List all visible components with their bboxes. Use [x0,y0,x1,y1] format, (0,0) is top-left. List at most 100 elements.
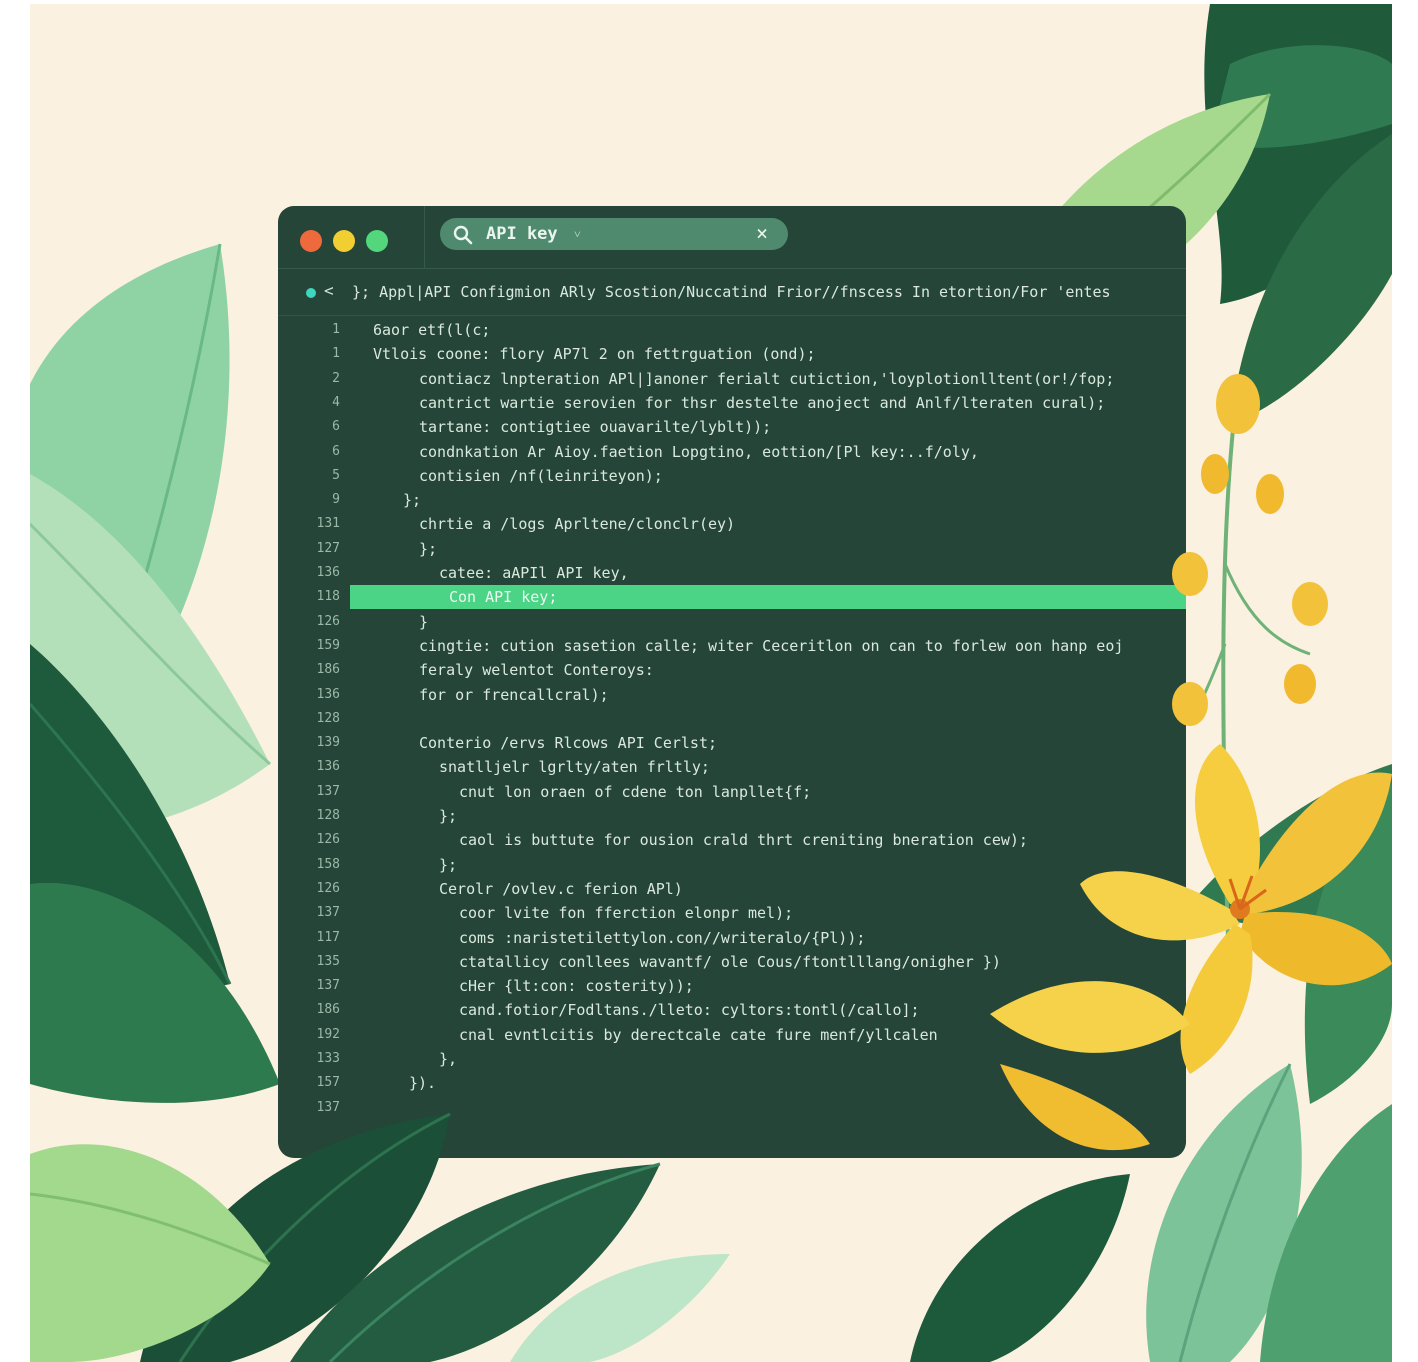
line-number: 159 [316,637,340,653]
code-text: tartane: contigtiee ouavarilte/lyblt)); [419,418,772,437]
illustration-canvas: API key ˅ × < }; Appl|API Configmion ARl… [30,4,1392,1362]
code-text: caol is buttute for ousion crald thrt cr… [459,831,1028,850]
close-window-button[interactable] [300,230,322,252]
code-text: cingtie: cution sasetion calle; witer Ce… [419,636,1124,655]
line-number: 157 [316,1075,340,1091]
search-input[interactable]: API key [486,224,558,244]
line-number: 1 [332,322,340,337]
line-number: 186 [316,662,340,678]
code-text: 6aor etf(l(c; [373,321,491,339]
code-text: Cerolr /ovlev.c ferion APl) [439,879,683,898]
code-line[interactable]: 136 catee: aAPIl API key, [278,561,1186,585]
line-number: 158 [316,856,340,872]
code-line[interactable]: 158}; [278,853,1186,877]
code-line-highlighted[interactable]: 118 Con API key; [317,585,1186,610]
code-line[interactable]: 128 [278,707,1186,731]
code-text: feraly welentot Conteroys: [419,661,654,680]
chevron-left-icon[interactable]: < [324,281,334,300]
code-line[interactable]: 139 Conterio /ervs Rlcows API Cerlst; [278,731,1186,755]
title-bar: API key ˅ × [278,206,1186,269]
code-text: }; [439,855,458,874]
code-text: contisien /nf(leinriteyon); [419,466,663,485]
code-line[interactable]: 131 chrtie a /logs Aprltene/clonclr(ey) [278,512,1186,536]
code-line[interactable]: 137 cnut lon oraen of cdene ton lanpllet{… [278,780,1186,804]
code-editor-window: API key ˅ × < }; Appl|API Configmion ARl… [278,206,1186,1158]
code-text: cnal evntlcitis by derectcale cate fure … [459,1025,938,1044]
code-text: cnut lon oraen of cdene ton lanpllet{f; [459,782,812,801]
status-dot-icon [306,288,316,298]
code-text: coms :naristetilettylon.con//writeralo/{… [459,928,866,947]
search-field[interactable]: API key ˅ × [440,218,788,250]
line-number: 6 [332,419,340,435]
code-line[interactable]: 126 Cerolr /ovlev.c ferion APl) [278,877,1186,901]
line-number: 137 [316,1099,340,1115]
code-text: cHer {lt:con: costerity)); [459,977,694,996]
code-line[interactable]: 6 condnkation Ar Aioy.faetion Lopgtino, e… [278,440,1186,464]
code-line[interactable]: 186 feraly welentot Conteroys: [278,658,1186,682]
code-line[interactable]: 192 cnal evntlcitis by derectcale cate fu… [278,1023,1186,1047]
line-number: 4 [332,394,340,410]
line-number: 128 [316,710,340,726]
code-line[interactable]: 5 contisien /nf(leinriteyon); [278,464,1186,488]
code-text: snatlljelr lgrlty/aten frltly; [439,758,710,777]
line-number: 136 [316,565,340,580]
chevron-down-icon[interactable]: ˅ [574,227,581,242]
line-number: 135 [316,953,340,969]
code-text: Con API key; [449,588,558,607]
code-line[interactable]: 133}, [278,1047,1186,1071]
code-text: }; [439,807,458,825]
breadcrumb-bar: < }; Appl|API Configmion ARly Scostion/N… [278,269,1186,316]
code-text: condnkation Ar Aioy.faetion Lopgtino, eo… [419,442,979,461]
code-line[interactable]: 9}; [278,488,1186,512]
code-text: Conterio /ervs Rlcows API Cerlst; [419,734,718,753]
line-number: 127 [316,540,340,556]
code-line[interactable]: 2 contiacz lnpteration APl|]anoner ferial… [278,367,1186,391]
code-text: chrtie a /logs Aprltene/clonclr(ey) [419,515,736,534]
line-number: 137 [316,978,340,994]
code-line[interactable]: 157}). [278,1071,1186,1095]
code-line[interactable]: 1 Vtlois coone: flory AP7l 2 on fettrguat… [278,342,1186,366]
code-line[interactable]: 6 tartane: contigtiee ouavarilte/lyblt)); [278,415,1186,439]
code-line[interactable]: 186 cand.fotior/Fodltans./lleto: cyltors:… [278,998,1186,1022]
code-line[interactable]: 137 [278,1096,1186,1120]
code-text: coor lvite fon fferction elonpr mel); [459,904,794,923]
code-text: catee: aAPIl API key, [439,564,629,582]
close-icon[interactable]: × [756,221,768,245]
line-number: 139 [316,735,340,751]
code-text: }; [419,539,438,558]
code-line[interactable]: 136 snatlljelr lgrlty/aten frltly; [278,755,1186,779]
code-text: ctatallicy conllees wavantf/ ole Cous/ft… [459,952,1001,971]
code-line[interactable]: 128}; [278,804,1186,828]
code-line[interactable]: 4 cantrict wartie serovien for thsr deste… [278,391,1186,415]
code-line[interactable]: 1 6aor etf(l(c; [278,318,1186,342]
code-line[interactable]: 137 coor lvite fon fferction elonpr mel); [278,901,1186,925]
line-number: 9 [332,492,340,508]
code-line[interactable]: 137 cHer {lt:con: costerity)); [278,974,1186,998]
code-text: cand.fotior/Fodltans./lleto: cyltors:ton… [459,1001,920,1020]
titlebar-divider [424,206,425,268]
code-line[interactable]: 127}; [278,537,1186,561]
code-text: }; [403,491,422,510]
minimize-window-button[interactable] [333,230,355,252]
line-number: 118 [316,589,340,605]
line-number: 1 [332,346,340,362]
line-number: 136 [316,759,340,775]
line-number: 126 [316,613,340,629]
code-line[interactable]: 135 ctatallicy conllees wavantf/ ole Cous… [278,950,1186,974]
line-number: 137 [316,783,340,799]
code-line[interactable]: 117 coms :naristetilettylon.con//writeral… [278,926,1186,950]
code-line[interactable]: 126 caol is buttute for ousion crald thrt… [278,828,1186,852]
code-area[interactable]: 1 6aor etf(l(c; 1 Vtlois coone: flory AP7l … [278,318,1186,1148]
line-number: 5 [332,467,340,483]
maximize-window-button[interactable] [366,230,388,252]
code-line[interactable]: 136 for or frencallcral); [278,683,1186,707]
code-line[interactable]: 159 cingtie: cution sasetion calle; witer… [278,634,1186,658]
code-text: contiacz lnpteration APl|]anoner ferialt… [419,369,1115,388]
code-line[interactable]: 126} [278,610,1186,634]
line-number: 186 [316,1002,340,1018]
line-number: 2 [332,370,340,386]
code-text: cantrict wartie serovien for thsr destel… [419,393,1106,412]
line-number: 126 [316,832,340,848]
code-text: } [419,612,429,631]
code-text: Vtlois coone: flory AP7l 2 on fettrguati… [373,345,816,364]
